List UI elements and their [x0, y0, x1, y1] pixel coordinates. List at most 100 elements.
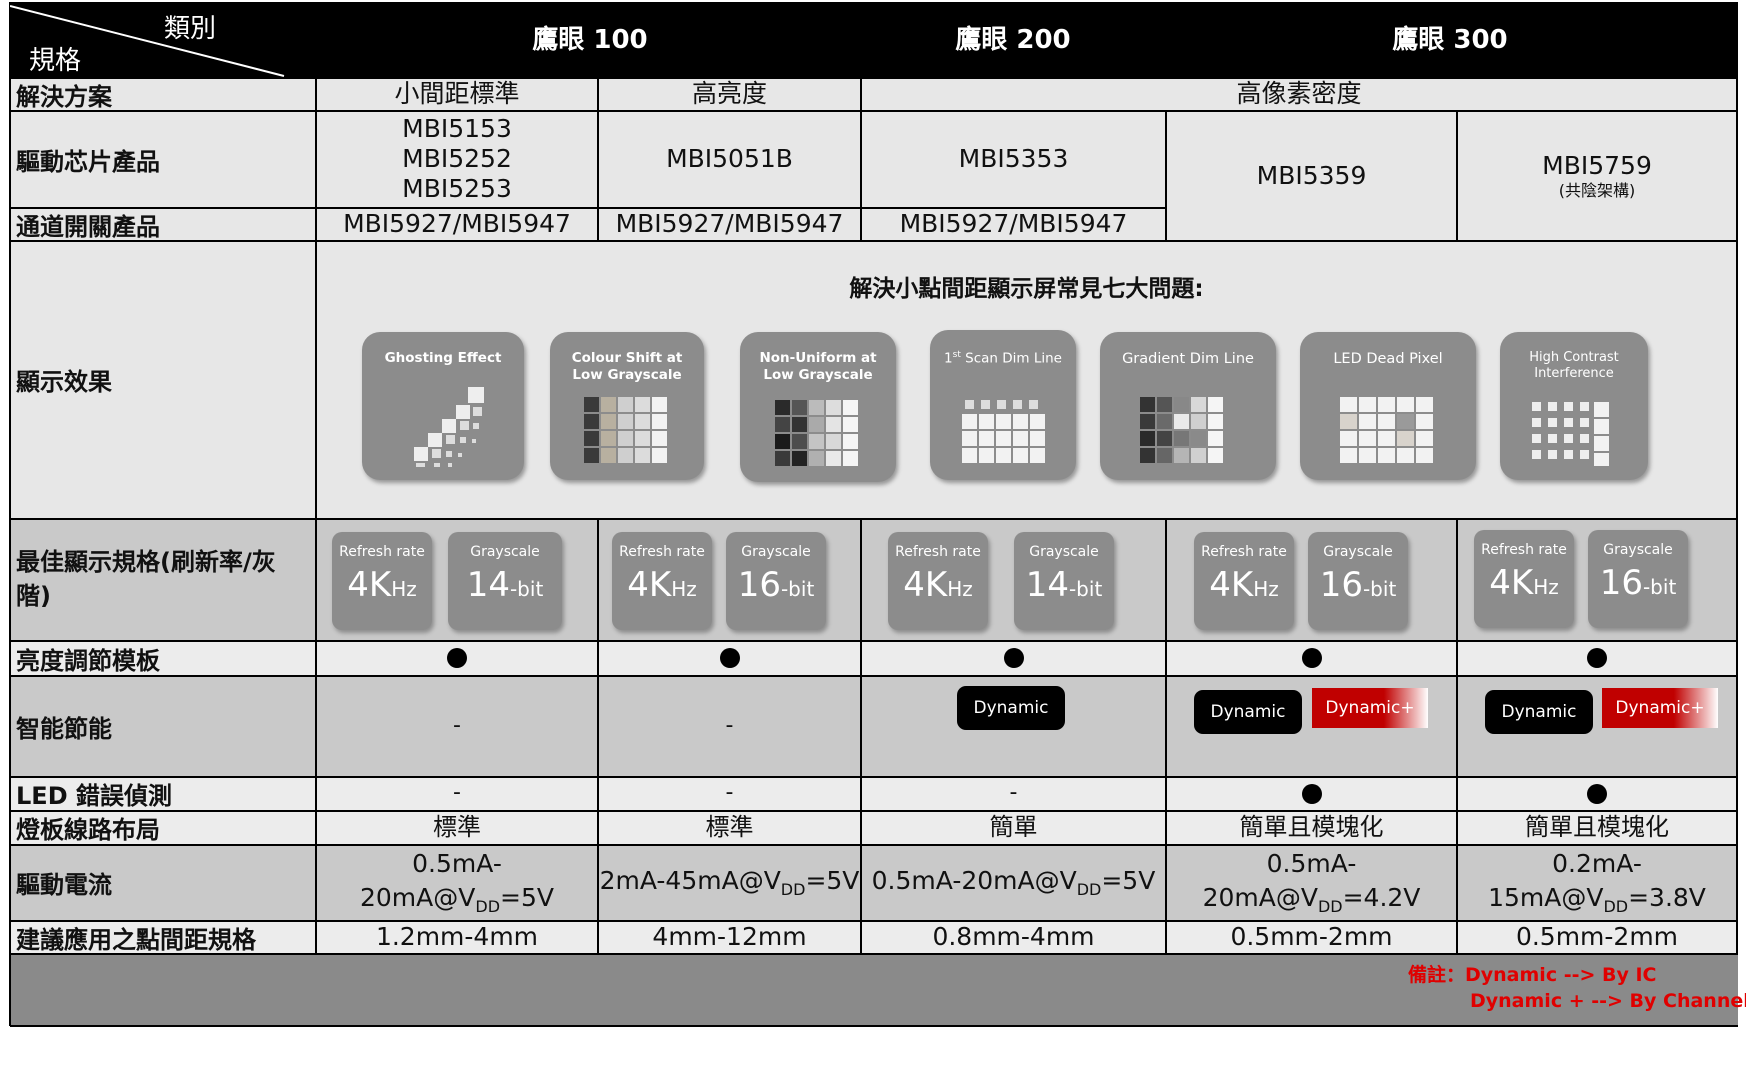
brightness-c1 [317, 641, 597, 675]
grayscale-card-c2: Grayscale 16-bit [726, 532, 826, 630]
dynamic-badge-c5: Dynamic [1485, 690, 1593, 734]
solution-c1: 小間距標準 [394, 79, 520, 108]
layout-c5: 簡單且模塊化 [1525, 813, 1669, 842]
display-effect-title: 解決小點間距顯示屏常見七大問題: [849, 276, 1204, 303]
spec-comparison-table: 類別 規格 鷹眼 100 鷹眼 200 鷹眼 300 解決方案 驅動芯片產品 通… [0, 0, 1746, 1077]
non-uniform-icon [775, 400, 858, 466]
header-col-100: 鷹眼 100 [532, 24, 648, 55]
tile-ghosting-label: Ghosting Effect [384, 350, 502, 366]
footnote-line-2: Dynamic + --> By Channel [1470, 990, 1746, 1012]
layout-c1: 標準 [433, 813, 481, 842]
brightness-c4 [1167, 641, 1456, 675]
refresh-rate-card-c2: Refresh rate 4KHz [612, 532, 712, 630]
layout-c2: 標準 [705, 813, 754, 842]
smart-power-c2: - [725, 712, 734, 738]
tile-ghosting: Ghosting Effect [362, 332, 524, 480]
switch-c3: MBI5927/MBI5947 [899, 209, 1128, 238]
tile-high-contrast-label: High Contrast Interference [1529, 350, 1619, 382]
led-detect-c3: - [1009, 780, 1018, 806]
driver-c5-note: (共陰架構) [1558, 180, 1636, 200]
tile-gradient-dim-line: Gradient Dim Line [1100, 332, 1276, 480]
tile-high-contrast: High Contrast Interference [1500, 332, 1648, 480]
supported-dot-icon [1301, 783, 1322, 804]
current-c1: 0.5mA- 20mA@VDD=5V [360, 849, 554, 917]
refresh-rate-card-c3: Refresh rate 4KHz [888, 532, 988, 630]
tile-scan-dim-line: 1st Scan Dim Line [930, 330, 1076, 480]
row-label-display-effect: 顯示效果 [16, 368, 112, 396]
driver-c1-line2: MBI5252 [402, 144, 512, 173]
row-label-pitch: 建議應用之點間距規格 [16, 925, 256, 954]
colour-shift-icon [584, 397, 667, 463]
tile-dead-pixel: LED Dead Pixel [1300, 332, 1476, 480]
dynamic-plus-badge-c5: Dynamic+ [1602, 688, 1718, 728]
supported-dot-icon [1587, 783, 1607, 804]
led-detect-c2: - [725, 780, 734, 806]
row-label-solution: 解決方案 [16, 82, 112, 111]
driver-c1: MBI5153 MBI5252 MBI5253 [317, 111, 597, 207]
driver-c5-name: MBI5759 [1542, 150, 1652, 180]
switch-c1: MBI5927/MBI5947 [343, 209, 571, 238]
row-label-best-spec: 最佳顯示規格(刷新率/灰階) [16, 547, 276, 610]
supported-dot-icon [719, 648, 740, 668]
driver-c3: MBI5353 [958, 144, 1069, 173]
dynamic-badge-c3: Dynamic [957, 686, 1065, 730]
led-detect-c4 [1167, 777, 1456, 810]
led-detect-c5 [1458, 777, 1736, 810]
scan-dim-line-icon [962, 400, 1045, 463]
brightness-c5 [1458, 641, 1736, 675]
tile-colour-shift: Colour Shift at Low Grayscale [550, 332, 704, 480]
brightness-c2 [599, 641, 860, 675]
supported-dot-icon [1301, 648, 1322, 668]
header-col-200: 鷹眼 200 [955, 24, 1071, 55]
grayscale-card-c5: Grayscale 16-bit [1588, 530, 1688, 628]
current-c4: 0.5mA- 20mA@VDD=4.2V [1202, 849, 1421, 917]
header-spec-label: 規格 [28, 45, 81, 76]
tile-dead-pixel-label: LED Dead Pixel [1333, 351, 1443, 367]
row-label-driver-ic: 驅動芯片產品 [16, 147, 160, 176]
smart-power-c1: - [453, 712, 461, 738]
row-label-current: 驅動電流 [16, 871, 112, 899]
row-label-brightness: 亮度調節模板 [16, 646, 160, 675]
supported-dot-icon [447, 648, 467, 668]
high-contrast-icon [1532, 402, 1609, 466]
tile-gradient-dim-line-label: Gradient Dim Line [1122, 351, 1254, 367]
dead-pixel-icon [1340, 397, 1433, 463]
tile-scan-dim-line-label: 1st Scan Dim Line [944, 350, 1062, 367]
row-label-smart-power: 智能節能 [16, 714, 112, 743]
pitch-c4: 0.5mm-2mm [1230, 922, 1393, 951]
driver-c5: MBI5759 (共陰架構) [1458, 111, 1736, 240]
dynamic-plus-badge-c4: Dynamic+ [1312, 688, 1428, 728]
footnote-line-1: 備註：Dynamic --> By IC [1408, 964, 1657, 986]
current-c3: 0.5mA-20mA@VDD=5V [871, 865, 1156, 899]
grayscale-card-c3: Grayscale 14-bit [1014, 532, 1114, 630]
pitch-c1: 1.2mm-4mm [375, 922, 539, 951]
driver-c1-line3: MBI5253 [402, 174, 512, 203]
tile-non-uniform-label: Non-Uniform at Low Grayscale [759, 350, 877, 383]
row-label-layout: 燈板線路布局 [16, 816, 160, 844]
current-c2: 2mA-45mA@VDD=5V [599, 865, 860, 899]
tile-colour-shift-label: Colour Shift at Low Grayscale [571, 350, 683, 383]
pitch-c2: 4mm-12mm [652, 922, 807, 951]
solution-c2: 高亮度 [691, 79, 767, 108]
driver-c2: MBI5051B [666, 144, 793, 173]
gradient-dim-line-icon [1140, 397, 1223, 463]
dynamic-badge-c4: Dynamic [1194, 690, 1302, 734]
supported-dot-icon [1587, 648, 1607, 668]
pitch-c5: 0.5mm-2mm [1515, 922, 1679, 951]
tile-non-uniform: Non-Uniform at Low Grayscale [740, 332, 896, 482]
layout-c4: 簡單且模塊化 [1239, 813, 1384, 842]
switch-c2: MBI5927/MBI5947 [615, 209, 844, 238]
header-col-300: 鷹眼 300 [1392, 24, 1508, 55]
header-category-label: 類別 [163, 13, 216, 44]
grayscale-card-c4: Grayscale 16-bit [1308, 532, 1408, 630]
row-label-led-detect: LED 錯誤偵測 [16, 782, 172, 810]
brightness-c3 [862, 641, 1165, 675]
refresh-rate-card-c5: Refresh rate 4KHz [1474, 530, 1574, 628]
pitch-c3: 0.8mm-4mm [932, 922, 1095, 951]
ghosting-icon [414, 387, 484, 467]
driver-c1-line1: MBI5153 [402, 114, 512, 143]
row-label-switch: 通道開關產品 [16, 212, 160, 241]
layout-c3: 簡單 [989, 813, 1038, 842]
supported-dot-icon [1003, 648, 1024, 668]
refresh-rate-card-c1: Refresh rate 4KHz [332, 532, 432, 630]
